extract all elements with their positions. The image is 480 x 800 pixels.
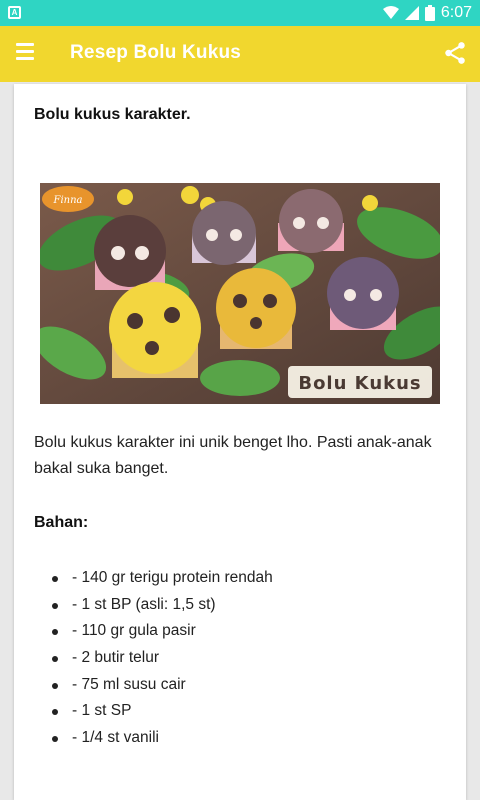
list-item: - 75 ml susu cair — [52, 672, 273, 699]
article-intro: Bolu kukus karakter ini unik benget lho.… — [34, 434, 432, 477]
app-title: Resep Bolu Kukus — [70, 42, 242, 63]
battery-icon — [424, 5, 435, 21]
list-item: - 2 butir telur — [52, 645, 273, 672]
app-bar: Resep Bolu Kukus — [0, 26, 480, 82]
list-item: - 1/4 st vanili — [52, 725, 273, 752]
photo-logo: Finna — [53, 195, 83, 206]
article-heading: Bolu kukus karakter. — [34, 106, 191, 123]
ingredients-heading: Bahan: — [34, 514, 89, 531]
recipe-photo: Finna Bolu Kukus — [40, 183, 440, 404]
notification-icon: A — [8, 6, 21, 19]
ingredients-list: - 140 gr terigu protein rendah - 1 st BP… — [52, 565, 273, 752]
status-time: 6:07 — [440, 4, 472, 21]
list-item: - 140 gr terigu protein rendah — [52, 565, 273, 592]
list-item: - 1 st SP — [52, 698, 273, 725]
hamburger-menu-icon[interactable] — [16, 43, 36, 65]
article-card: Bolu kukus karakter. Finna Bolu Kukus Bo… — [14, 84, 466, 800]
wifi-icon — [382, 6, 399, 19]
list-item: - 110 gr gula pasir — [52, 618, 273, 645]
photo-caption: Bolu Kukus — [298, 373, 421, 394]
share-icon[interactable] — [442, 40, 468, 66]
signal-icon — [404, 6, 419, 20]
status-bar: A 6:07 — [0, 0, 480, 26]
list-item: - 1 st BP (asli: 1,5 st) — [52, 592, 273, 619]
